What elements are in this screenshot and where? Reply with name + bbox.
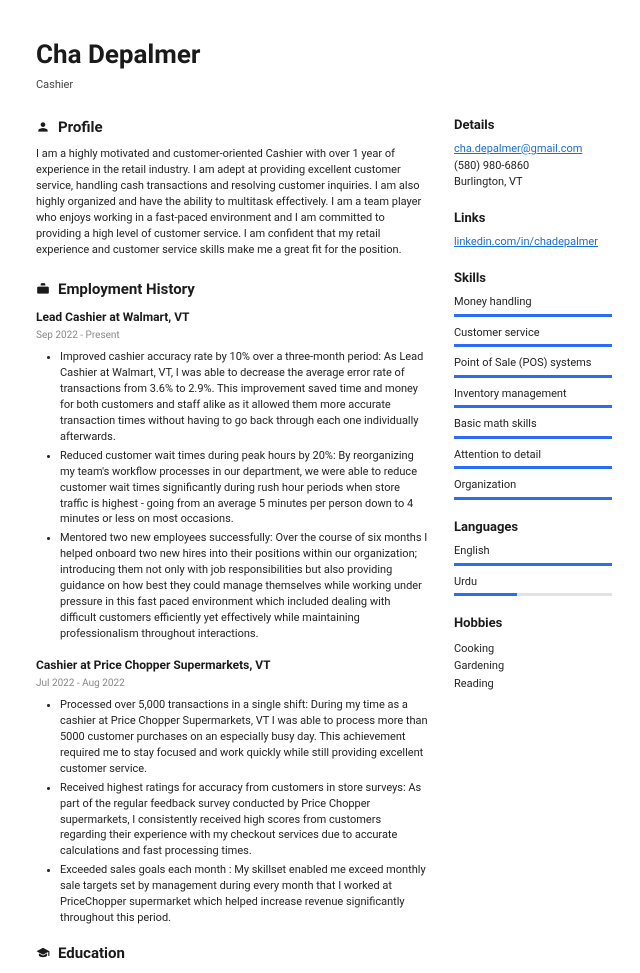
job: Lead Cashier at Walmart, VT Sep 2022 - Pr…	[36, 308, 428, 642]
graduation-cap-icon	[36, 946, 50, 960]
main-column: Profile I am a highly motivated and cust…	[36, 116, 428, 973]
job-bullet: Reduced customer wait times during peak …	[60, 448, 428, 528]
language-item-bar-fill	[454, 593, 517, 596]
job-title: Lead Cashier at Walmart, VT	[36, 308, 428, 326]
links-section: Links linkedin.com/in/chadepalmer	[454, 209, 612, 251]
language-item-name: Urdu	[454, 574, 612, 591]
phone-text: (580) 980-6860	[454, 158, 612, 175]
job-bullet: Received highest ratings for accuracy fr…	[60, 780, 428, 860]
sidebar: Details cha.depalmer@gmail.com (580) 980…	[454, 116, 612, 973]
employment-heading: Employment History	[36, 278, 428, 301]
job-bullets: Improved cashier accuracy rate by 10% ov…	[36, 349, 428, 642]
job-dates: Jul 2022 - Aug 2022	[36, 676, 428, 691]
skill-item-bar-fill	[454, 466, 612, 469]
header: Cha Depalmer Cashier	[36, 36, 612, 94]
skill-item-name: Point of Sale (POS) systems	[454, 355, 612, 372]
languages-heading: Languages	[454, 518, 612, 538]
linkedin-link[interactable]: linkedin.com/in/chadepalmer	[454, 235, 598, 248]
job: Cashier at Price Chopper Supermarkets, V…	[36, 656, 428, 926]
details-heading: Details	[454, 116, 612, 136]
skill-item-name: Money handling	[454, 294, 612, 311]
skill-item: Point of Sale (POS) systems	[454, 355, 612, 378]
job-dates: Sep 2022 - Present	[36, 328, 428, 343]
skill-item: Customer service	[454, 325, 612, 348]
details-section: Details cha.depalmer@gmail.com (580) 980…	[454, 116, 612, 191]
language-item: English	[454, 543, 612, 566]
hobbies-section: Hobbies CookingGardeningReading	[454, 614, 612, 692]
job-bullet: Exceeded sales goals each month : My ski…	[60, 862, 428, 926]
skill-item-bar	[454, 436, 612, 439]
location-text: Burlington, VT	[454, 174, 612, 191]
profile-heading: Profile	[36, 116, 428, 139]
skill-item-name: Attention to detail	[454, 447, 612, 464]
links-heading: Links	[454, 209, 612, 229]
employment-heading-text: Employment History	[58, 278, 195, 301]
person-icon	[36, 120, 50, 134]
page-body: Profile I am a highly motivated and cust…	[36, 116, 612, 973]
skill-item-name: Customer service	[454, 325, 612, 342]
skill-item: Inventory management	[454, 386, 612, 409]
candidate-title: Cashier	[36, 77, 612, 94]
skill-item-bar-fill	[454, 436, 612, 439]
language-item: Urdu	[454, 574, 612, 597]
hobby-item: Cooking	[454, 640, 612, 658]
skill-item-bar	[454, 405, 612, 408]
hobbies-heading: Hobbies	[454, 614, 612, 634]
email-link[interactable]: cha.depalmer@gmail.com	[454, 142, 582, 155]
job-bullet: Processed over 5,000 transactions in a s…	[60, 697, 428, 777]
profile-text: I am a highly motivated and customer-ori…	[36, 146, 428, 258]
skill-item-bar	[454, 466, 612, 469]
hobby-item: Reading	[454, 675, 612, 693]
skill-item: Basic math skills	[454, 416, 612, 439]
briefcase-icon	[36, 282, 50, 296]
language-item-name: English	[454, 543, 612, 560]
hobby-item: Gardening	[454, 657, 612, 675]
skill-item: Money handling	[454, 294, 612, 317]
skill-item-bar	[454, 375, 612, 378]
profile-heading-text: Profile	[58, 116, 103, 139]
skill-item-bar	[454, 497, 612, 500]
skill-item: Attention to detail	[454, 447, 612, 470]
job-bullet: Mentored two new employees successfully:…	[60, 530, 428, 642]
skill-item-bar-fill	[454, 375, 612, 378]
job-bullets: Processed over 5,000 transactions in a s…	[36, 697, 428, 926]
job-title: Cashier at Price Chopper Supermarkets, V…	[36, 656, 428, 674]
language-item-bar-fill	[454, 563, 612, 566]
education-heading-text: Education	[58, 942, 125, 965]
language-item-bar	[454, 563, 612, 566]
job-bullet: Improved cashier accuracy rate by 10% ov…	[60, 349, 428, 445]
candidate-name: Cha Depalmer	[36, 36, 612, 75]
skill-item-bar-fill	[454, 344, 612, 347]
skill-item-bar-fill	[454, 405, 612, 408]
skill-item-bar	[454, 314, 612, 317]
skills-section: Skills Money handling Customer service Poi…	[454, 269, 612, 500]
skills-heading: Skills	[454, 269, 612, 289]
skill-item-name: Basic math skills	[454, 416, 612, 433]
languages-section: Languages English Urdu	[454, 518, 612, 597]
language-item-bar	[454, 593, 612, 596]
skill-item: Organization	[454, 477, 612, 500]
skill-item-bar-fill	[454, 497, 612, 500]
skill-item-bar-fill	[454, 314, 612, 317]
skill-item-name: Organization	[454, 477, 612, 494]
skill-item-bar	[454, 344, 612, 347]
education-heading: Education	[36, 942, 428, 965]
skill-item-name: Inventory management	[454, 386, 612, 403]
